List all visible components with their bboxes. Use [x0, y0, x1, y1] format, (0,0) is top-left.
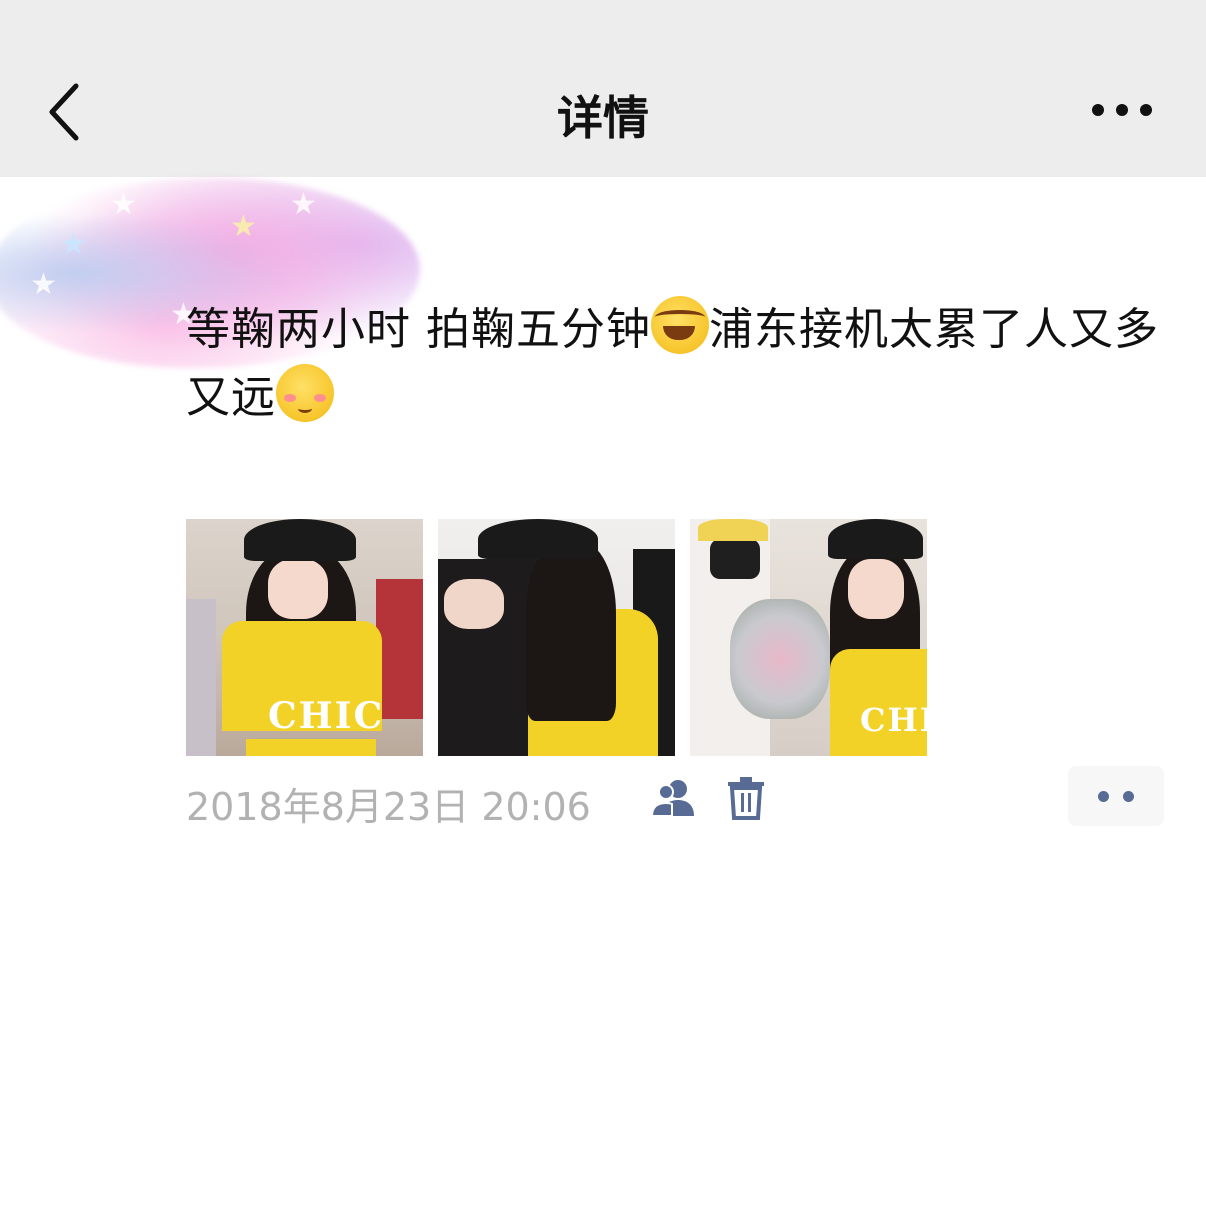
photo-shirt-text: CHI: [860, 701, 927, 739]
blushing-emoji: [276, 364, 334, 422]
photo-hair: [526, 541, 616, 721]
photo-face: [848, 559, 904, 619]
photo-hand: [444, 579, 504, 629]
post-photo-3[interactable]: CHI: [690, 519, 927, 756]
star-decoration: ★: [30, 267, 57, 302]
photo-skirt: [246, 739, 376, 756]
page-title: 详情: [557, 91, 649, 145]
rolling-on-floor-laughing-emoji: [651, 296, 709, 354]
post-photo-2[interactable]: [438, 519, 675, 756]
star-decoration: ★: [290, 187, 317, 222]
photo-mask: [710, 539, 760, 579]
comment-like-button[interactable]: [1068, 766, 1164, 826]
post-timestamp: 2018年8月23日 20:06: [186, 785, 591, 829]
photo-figure-left: [186, 599, 216, 756]
star-decoration: ★: [110, 187, 137, 222]
star-decoration: ★: [60, 227, 87, 262]
more-horizontal-icon: [1092, 104, 1152, 116]
trash-icon[interactable]: [726, 776, 766, 820]
photo-shirt-text: CHIC: [268, 695, 385, 737]
moments-detail-page: 详情 ★ ★ ★ ★ ★ ★ 等鞠两小时 拍鞠五分钟浦东接机太累了人又多又远: [0, 0, 1206, 1206]
photo-flowers: [730, 599, 830, 719]
more-dots-icon: [1123, 791, 1134, 802]
more-button[interactable]: [1084, 88, 1160, 132]
post-photo-1[interactable]: CHIC: [186, 519, 423, 756]
people-icon[interactable]: [650, 778, 698, 818]
post-text: 等鞠两小时 拍鞠五分钟 浦东接机太累了人又多又远: [186, 296, 1186, 432]
photo-cap: [244, 519, 356, 561]
post-text-part1: 等鞠两小时 拍鞠五分钟: [186, 304, 651, 355]
photo-face: [268, 559, 328, 619]
photo-cap: [478, 519, 598, 559]
photo-cap: [828, 519, 923, 559]
navigation-bar: 详情: [0, 0, 1206, 177]
post-meta-row: 2018年8月23日 20:06: [186, 766, 1176, 829]
more-dots-icon: [1098, 791, 1109, 802]
star-decoration: ★: [230, 209, 257, 244]
photo-yellow-cap: [698, 519, 768, 541]
